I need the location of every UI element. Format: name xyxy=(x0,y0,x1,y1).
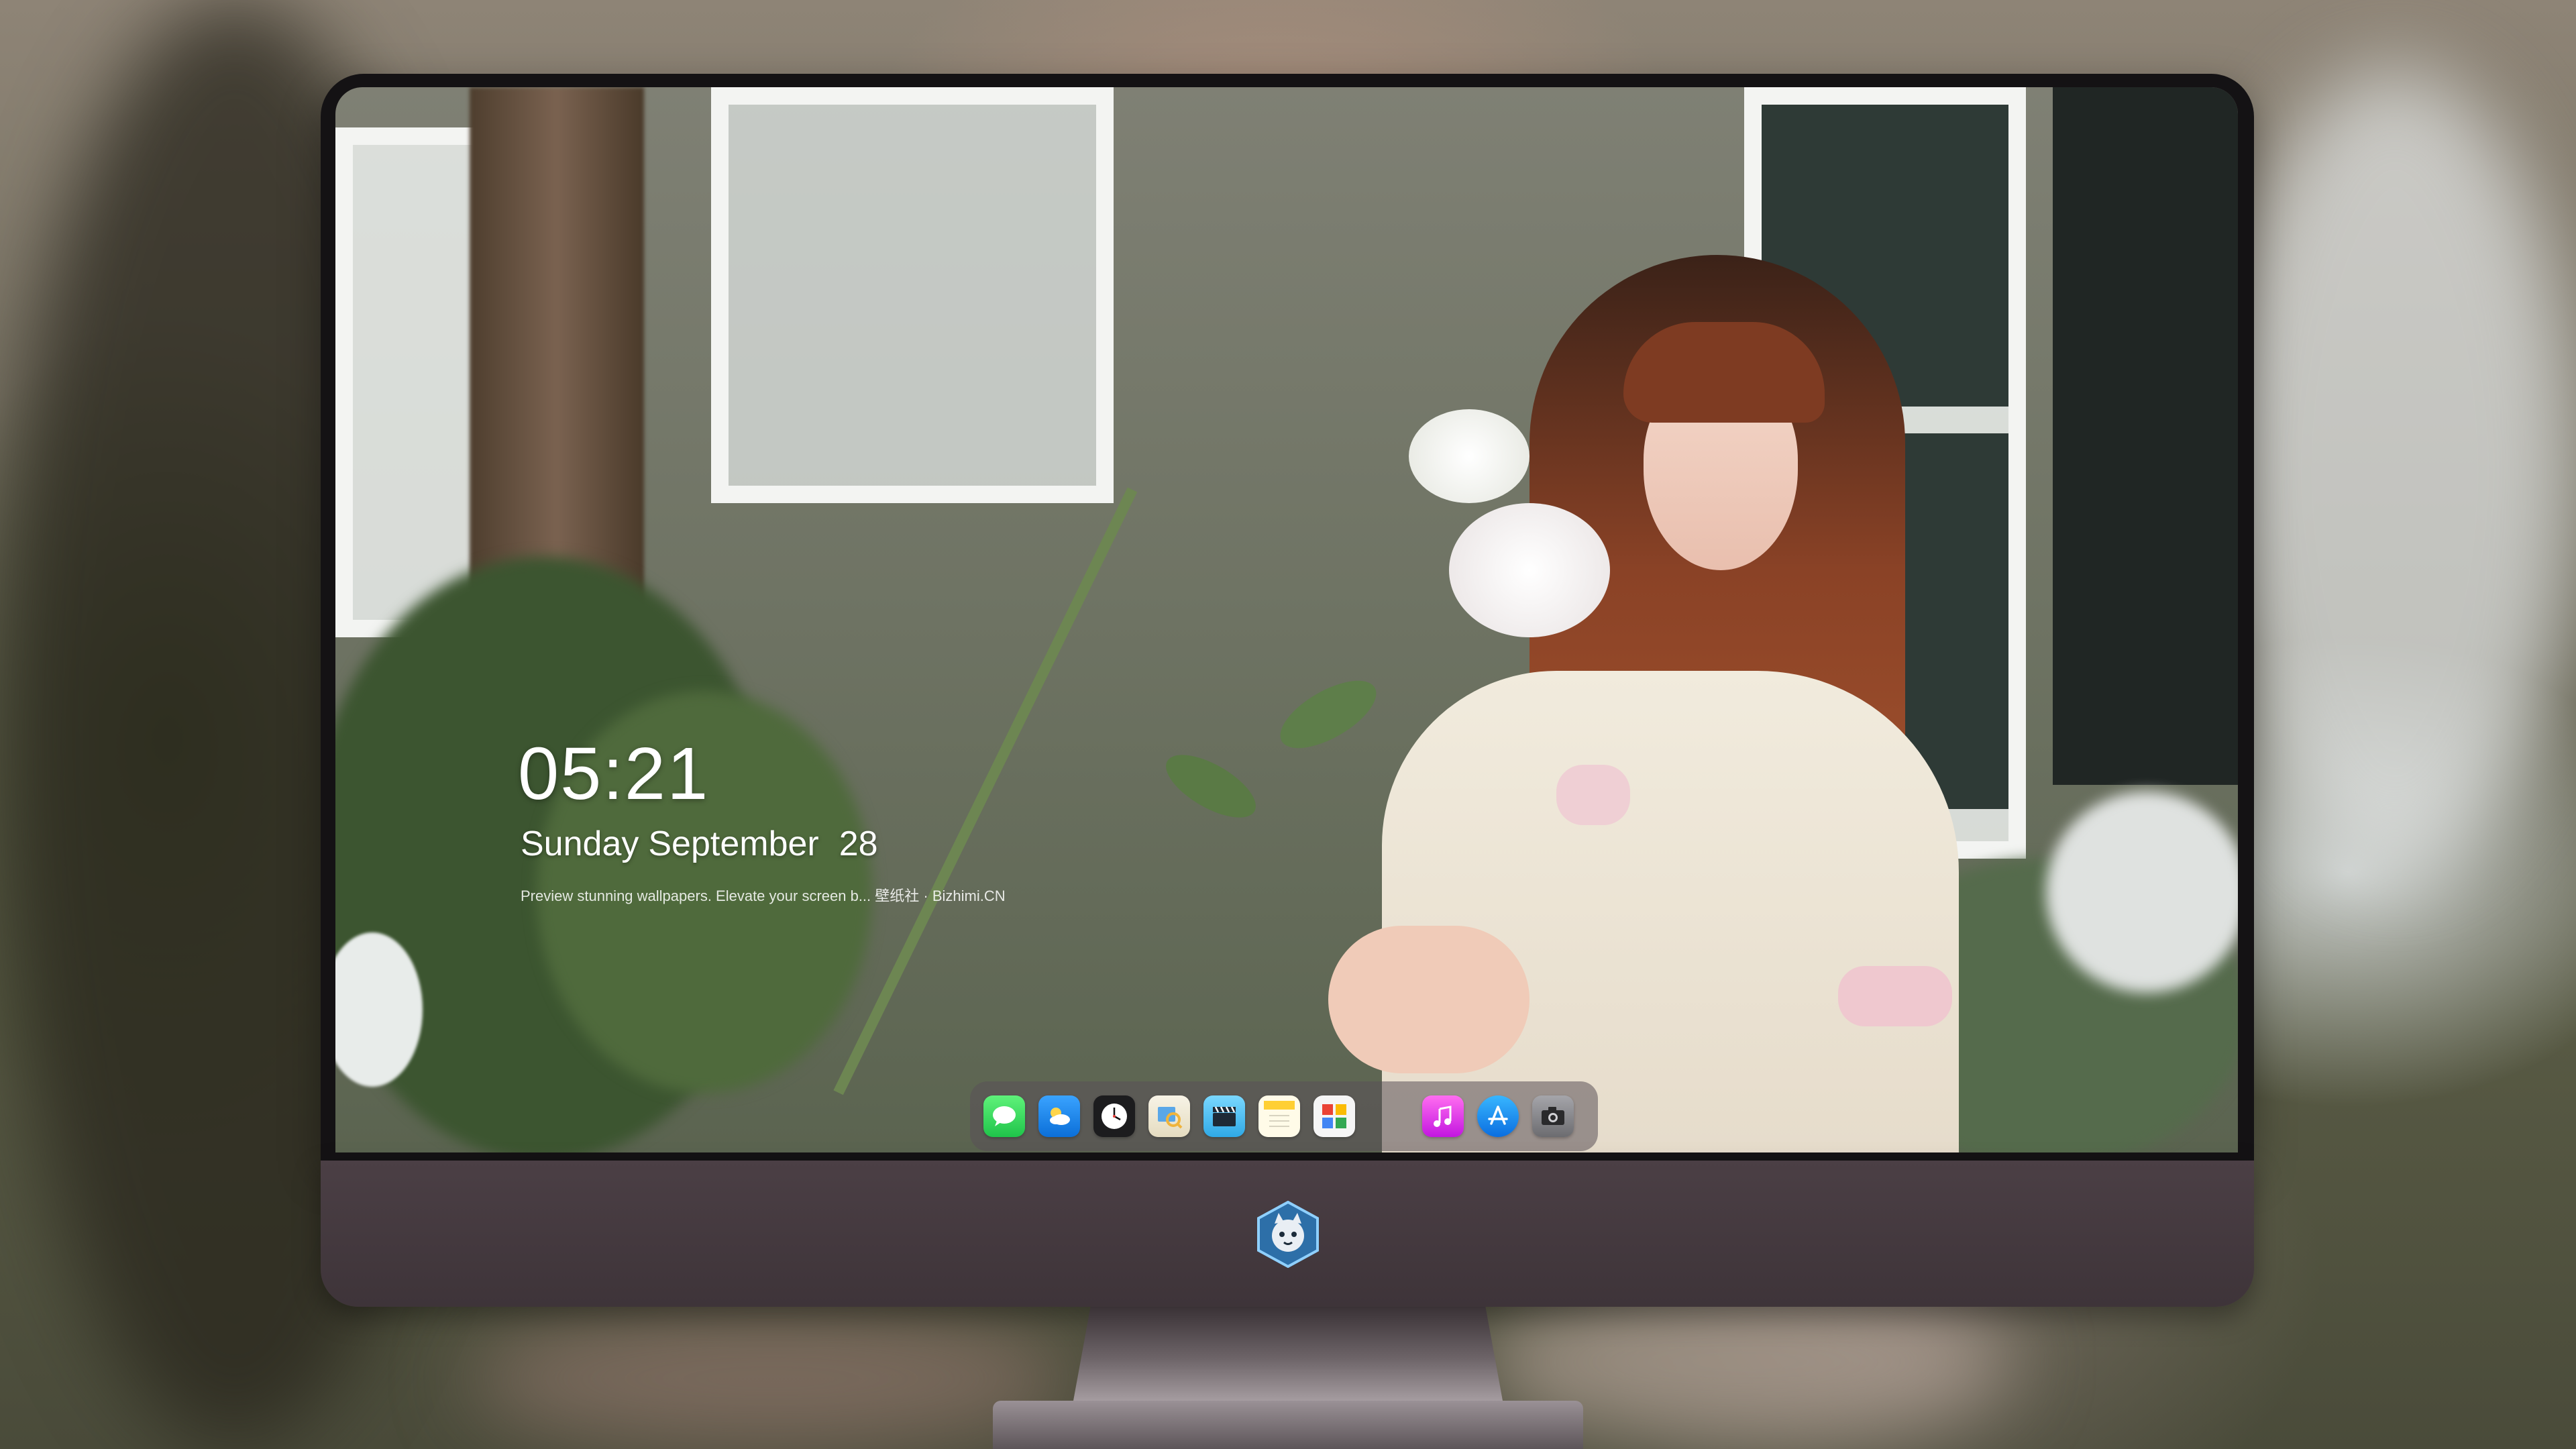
desktop-screen xyxy=(335,87,2238,1152)
lock-screen-date: Sunday September 28 xyxy=(521,824,878,864)
mascot-logo xyxy=(1254,1200,1322,1269)
wallpaper xyxy=(335,87,2238,1152)
clock-icon[interactable] xyxy=(1093,1095,1135,1137)
monitor-stand-base xyxy=(993,1401,1583,1449)
white-rose xyxy=(1409,409,1529,503)
photo-collage-icon[interactable] xyxy=(1313,1095,1355,1137)
music-icon[interactable] xyxy=(1422,1095,1464,1137)
white-rose xyxy=(1449,503,1610,637)
date-day: 28 xyxy=(839,824,878,863)
wallpaper-tagline: Preview stunning wallpapers. Elevate you… xyxy=(521,888,1006,904)
pink-ribbon xyxy=(1556,765,1630,825)
notes-icon[interactable] xyxy=(1258,1095,1300,1137)
rose-stem xyxy=(833,487,1138,1095)
background-pink-blur xyxy=(470,1308,1073,1449)
app-store-icon[interactable] xyxy=(1477,1095,1519,1137)
wallpaper-dark-window xyxy=(2053,87,2238,785)
background-window-blur xyxy=(2214,67,2576,872)
wallpaper-portrait xyxy=(1328,255,2080,1152)
wallpaper-window-center xyxy=(711,87,1114,503)
lock-screen-clock: 05:21 xyxy=(518,733,710,815)
preview-icon[interactable] xyxy=(1148,1095,1190,1137)
date-weekday: Sunday xyxy=(521,824,639,863)
clapper-icon[interactable] xyxy=(1203,1095,1245,1137)
bangs xyxy=(1623,322,1825,423)
messages-icon[interactable] xyxy=(983,1095,1025,1137)
date-month: September xyxy=(648,824,819,863)
monitor-stand-neck xyxy=(1073,1307,1503,1401)
camera-icon[interactable] xyxy=(1532,1095,1574,1137)
pink-ribbon xyxy=(1838,966,1952,1026)
dock xyxy=(970,1081,1598,1151)
rose-leaf xyxy=(1157,742,1265,830)
dress xyxy=(1382,671,1959,1152)
weather-icon[interactable] xyxy=(1038,1095,1080,1137)
hands xyxy=(1328,926,1529,1073)
